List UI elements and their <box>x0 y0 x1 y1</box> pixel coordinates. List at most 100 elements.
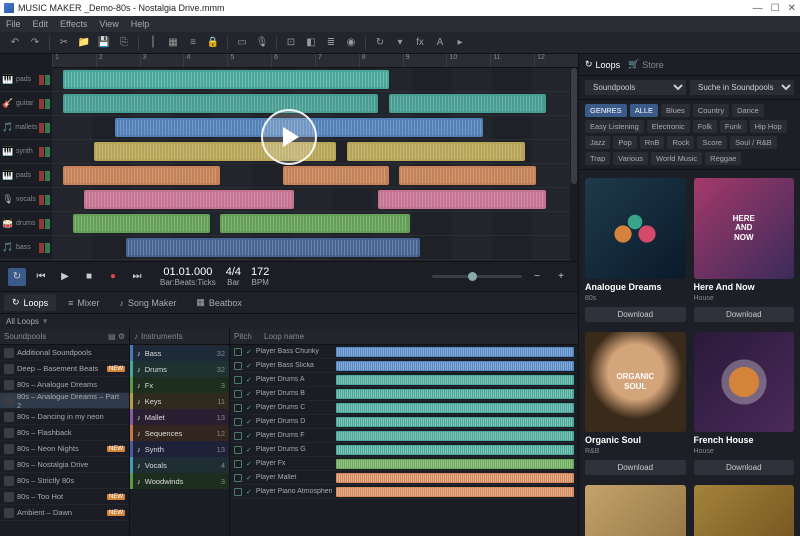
audio-clip[interactable] <box>389 94 547 113</box>
fx-button[interactable]: fx <box>411 35 429 51</box>
play-overlay-button[interactable] <box>261 109 317 165</box>
genre-tag[interactable]: Trap <box>585 152 610 165</box>
vertical-scrollbar[interactable] <box>570 68 578 261</box>
waveform-preview[interactable] <box>336 403 574 413</box>
auto-button[interactable]: A <box>431 35 449 51</box>
audio-clip[interactable] <box>126 238 421 257</box>
download-button[interactable]: Download <box>694 307 795 322</box>
soundpool-card[interactable]: French HouseHouseDownload <box>694 332 795 476</box>
waveform-preview[interactable] <box>336 389 574 399</box>
solo-button[interactable] <box>45 171 50 181</box>
track-lane-6[interactable] <box>52 212 578 236</box>
genre-tag[interactable]: Easy Listening <box>585 120 644 133</box>
all-loops-dropdown[interactable]: All Loops <box>6 317 39 326</box>
video-button[interactable]: ▭ <box>233 35 251 51</box>
soundpool-card[interactable]: HEREANDNOWHere And NowHouseDownload <box>694 178 795 322</box>
soundpool-item[interactable]: 80s – Analogue Dreams – Part 2 <box>0 393 129 409</box>
tool-4[interactable]: ◉ <box>342 35 360 51</box>
soundpool-card[interactable] <box>585 485 686 536</box>
close-button[interactable]: ✕ <box>788 3 796 14</box>
store-tab-store[interactable]: 🛒Store <box>628 59 664 70</box>
mute-button[interactable] <box>39 243 44 253</box>
waveform-preview[interactable] <box>336 361 574 371</box>
timeline-ruler[interactable]: 123456789101112 <box>52 54 578 68</box>
menu-effects[interactable]: Effects <box>60 19 87 29</box>
genre-tag[interactable]: Pop <box>613 136 636 149</box>
mute-button[interactable] <box>39 123 44 133</box>
genre-tag[interactable]: Soul / R&B <box>730 136 777 149</box>
waveform-preview[interactable] <box>336 473 574 483</box>
audio-clip[interactable] <box>378 190 546 209</box>
track-header-4[interactable]: 🎹pads <box>0 164 52 188</box>
lock-button[interactable]: 🔒 <box>204 35 222 51</box>
track-header-2[interactable]: 🎵mallets <box>0 116 52 140</box>
genre-tag[interactable]: RnB <box>640 136 665 149</box>
genre-all[interactable]: ALLE <box>630 104 658 117</box>
mute-button[interactable] <box>39 219 44 229</box>
waveform-preview[interactable] <box>336 431 574 441</box>
solo-button[interactable] <box>45 243 50 253</box>
instrument-item[interactable]: ♪Mallet13 <box>130 409 229 425</box>
loop-item[interactable]: ✓Player Fx <box>230 457 578 471</box>
solo-button[interactable] <box>45 99 50 109</box>
audio-clip[interactable] <box>63 94 379 113</box>
track-lane-4[interactable] <box>52 164 578 188</box>
track-header-5[interactable]: 🎙vocals <box>0 188 52 212</box>
tab-mixer[interactable]: ≡Mixer <box>60 295 107 311</box>
loop-item[interactable]: ✓Player Drums D <box>230 415 578 429</box>
undo-button[interactable]: ↶ <box>6 35 24 51</box>
audio-clip[interactable] <box>63 166 221 185</box>
loop-item[interactable]: ✓Player Piano Atmospheric <box>230 485 578 499</box>
solo-button[interactable] <box>45 219 50 229</box>
instrument-item[interactable]: ♪Bass32 <box>130 345 229 361</box>
genre-tag[interactable]: Hip Hop <box>750 120 787 133</box>
store-tab-loops[interactable]: ↻Loops <box>585 59 620 70</box>
pitch-box[interactable] <box>234 390 242 398</box>
track-lane-0[interactable] <box>52 68 578 92</box>
redo-button[interactable]: ↷ <box>26 35 44 51</box>
audio-clip[interactable] <box>84 190 294 209</box>
split-button[interactable]: ⎮ <box>144 35 162 51</box>
loop-item[interactable]: ✓Player Drums B <box>230 387 578 401</box>
position-display[interactable]: 01.01.000 <box>160 266 216 278</box>
loop-item[interactable]: ✓Player Drums A <box>230 373 578 387</box>
mute-button[interactable] <box>39 147 44 157</box>
loop-toggle[interactable]: ↻ <box>8 268 26 286</box>
pitch-box[interactable] <box>234 348 242 356</box>
pitch-box[interactable] <box>234 362 242 370</box>
genre-tag[interactable]: Folk <box>693 120 717 133</box>
instrument-item[interactable]: ♪Sequences12 <box>130 425 229 441</box>
skip-back-button[interactable]: ⏮ <box>32 268 50 286</box>
soundpool-item[interactable]: 80s – Too HotNEW <box>0 489 129 505</box>
soundpool-item[interactable]: 80s – Nostalgia Drive <box>0 457 129 473</box>
download-button[interactable]: Download <box>585 460 686 475</box>
track-lane-5[interactable] <box>52 188 578 212</box>
genre-tag[interactable]: Rock <box>667 136 694 149</box>
genre-tag[interactable]: Electronic <box>647 120 690 133</box>
track-header-6[interactable]: 🥁drums <box>0 212 52 236</box>
loop-item[interactable]: ✓Player Mallet <box>230 471 578 485</box>
pitch-box[interactable] <box>234 488 242 496</box>
track-lane-7[interactable] <box>52 236 578 260</box>
track-header-1[interactable]: 🎸guitar <box>0 92 52 116</box>
export-button[interactable]: ⎘ <box>115 35 133 51</box>
mute-button[interactable] <box>39 75 44 85</box>
track-header-3[interactable]: 🎹synth <box>0 140 52 164</box>
timesig-display[interactable]: 4/4 <box>226 266 241 278</box>
waveform-preview[interactable] <box>336 375 574 385</box>
tab-beatbox[interactable]: ▦Beatbox <box>188 294 250 311</box>
minimize-button[interactable]: — <box>753 3 763 14</box>
audio-clip[interactable] <box>399 166 536 185</box>
instrument-item[interactable]: ♪Woodwinds3 <box>130 473 229 489</box>
menu-edit[interactable]: Edit <box>33 19 49 29</box>
record-button[interactable]: 🎙 <box>253 35 271 51</box>
waveform-preview[interactable] <box>336 347 574 357</box>
instrument-item[interactable]: ♪Keys11 <box>130 393 229 409</box>
genre-tag[interactable]: Score <box>697 136 727 149</box>
soundpool-item[interactable]: 80s – Neon NightsNEW <box>0 441 129 457</box>
zoom-in-button[interactable]: + <box>552 268 570 286</box>
pitch-box[interactable] <box>234 474 242 482</box>
soundpool-card[interactable]: ORGANICSOULOrganic SoulR&BDownload <box>585 332 686 476</box>
tool-1[interactable]: ⊡ <box>282 35 300 51</box>
list-button[interactable]: ≡ <box>184 35 202 51</box>
